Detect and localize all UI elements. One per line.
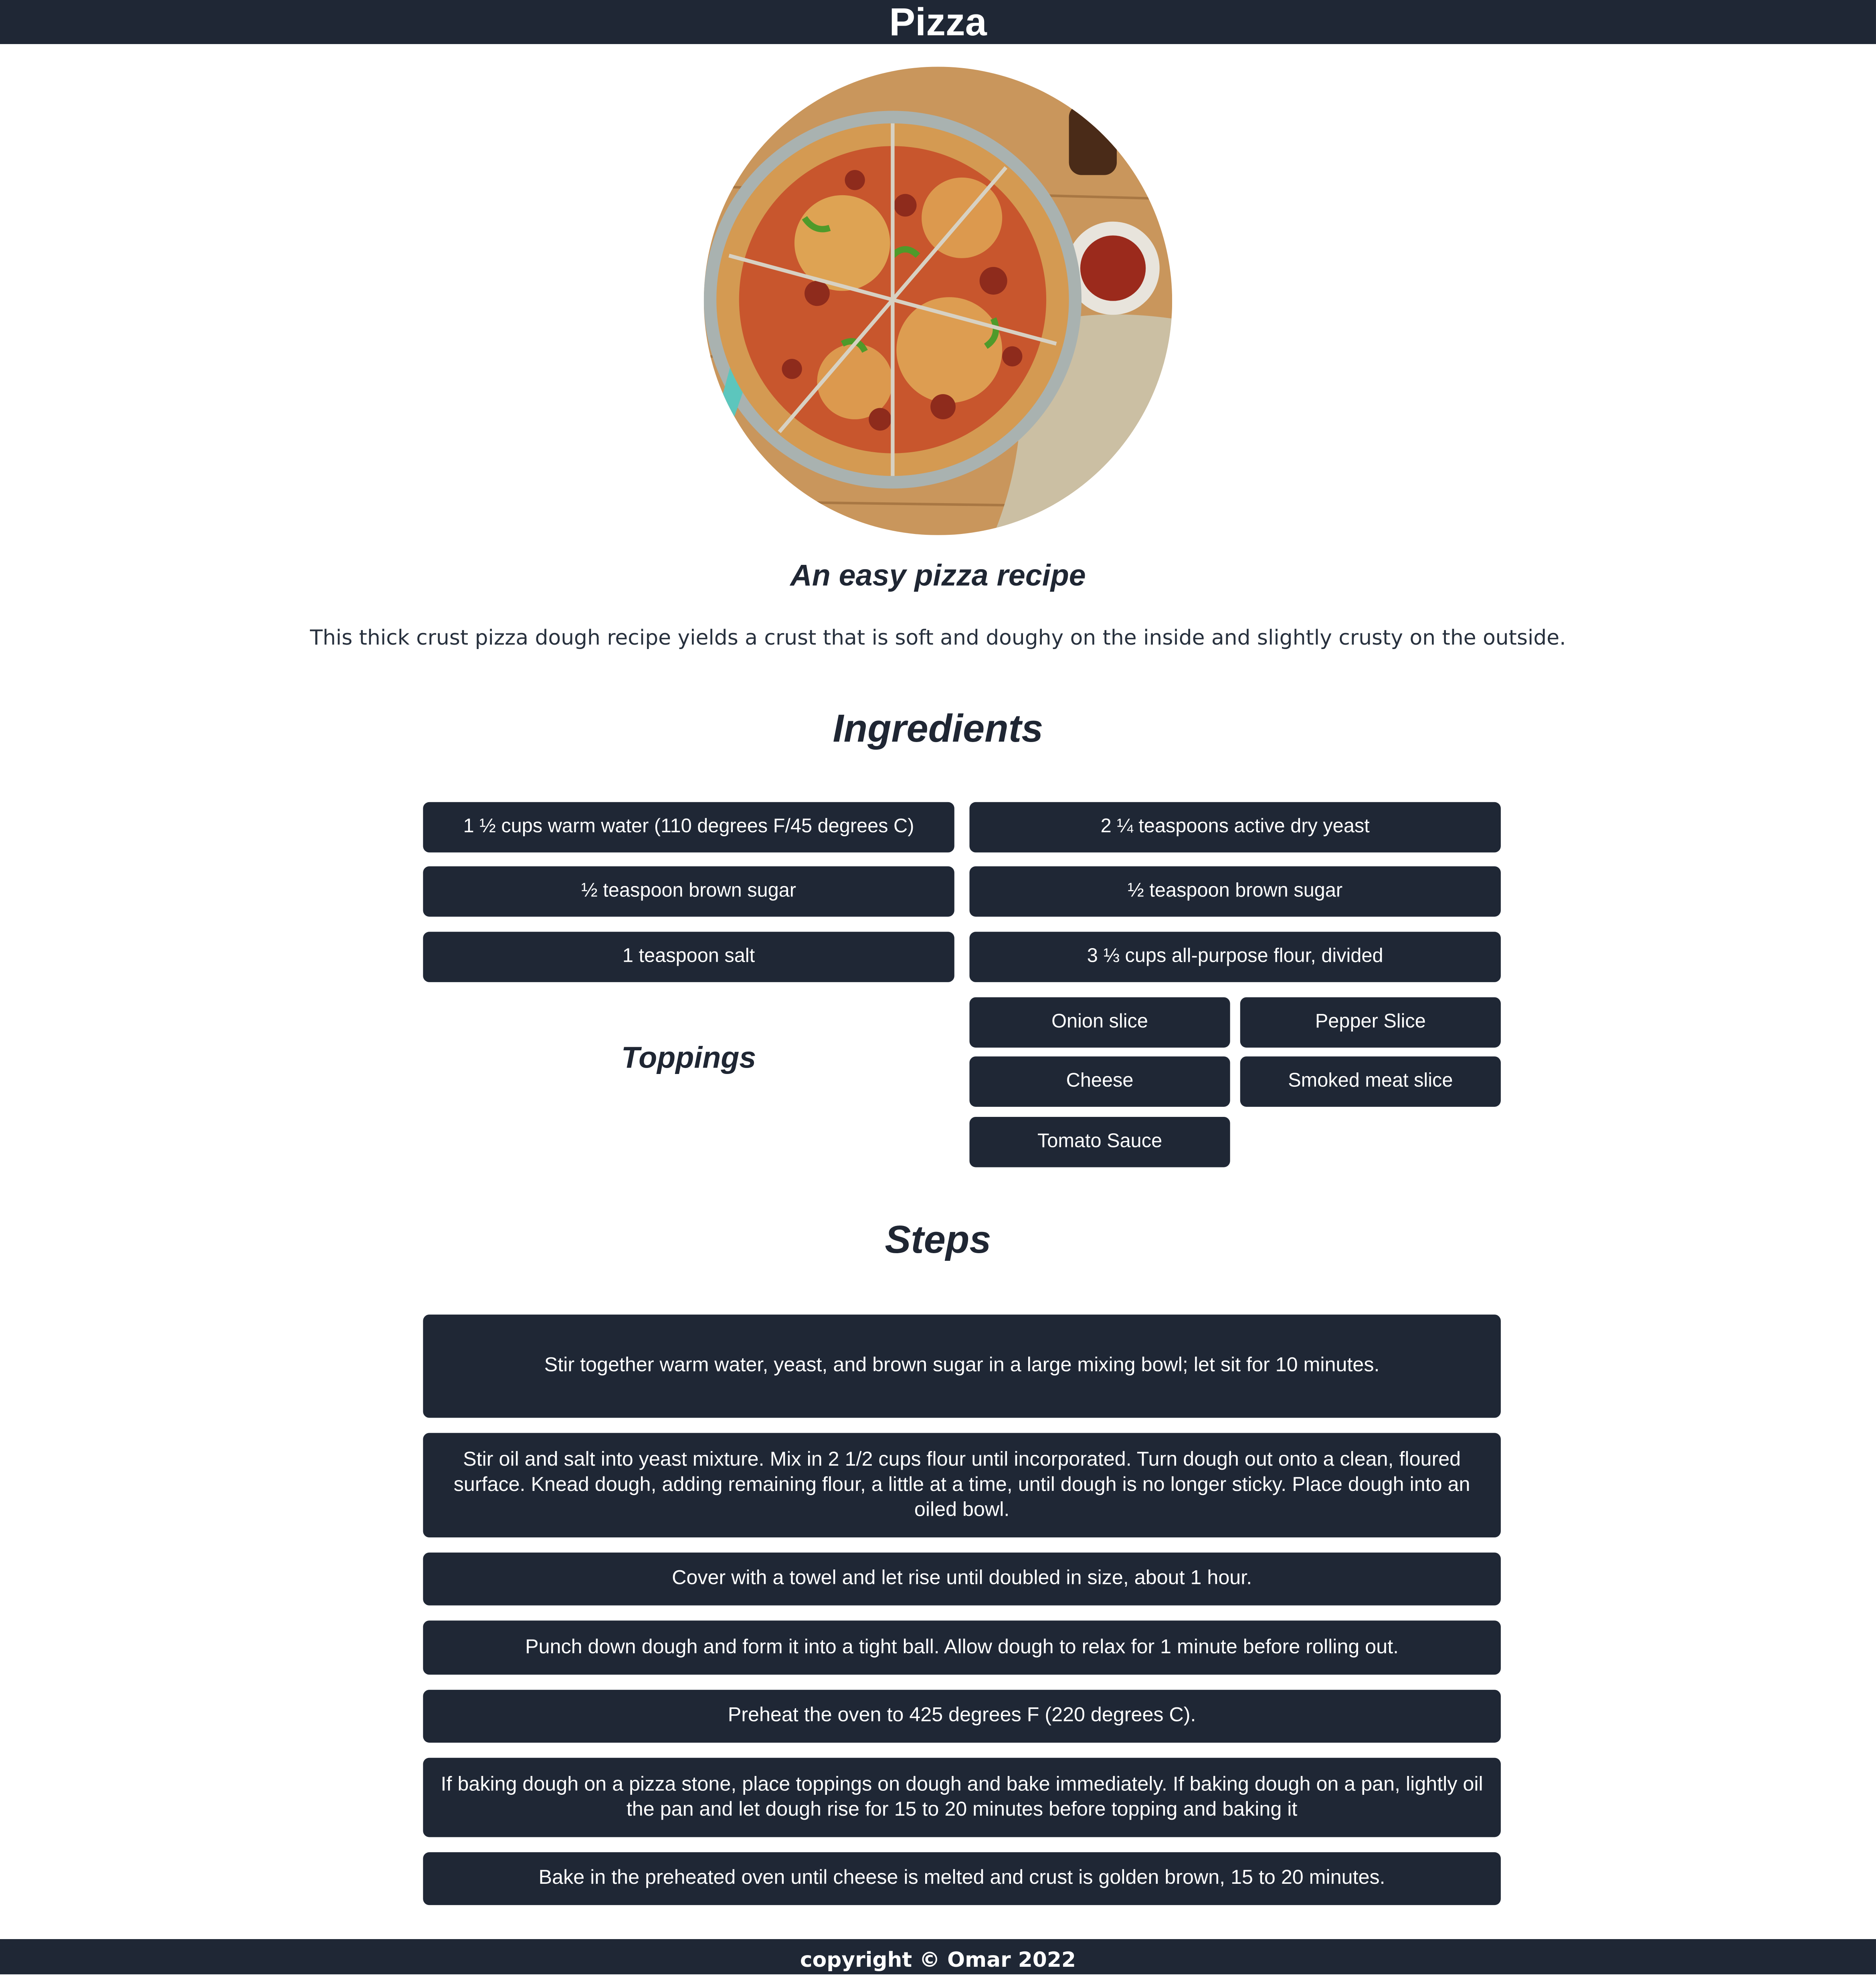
ingredient-item: 1 teaspoon salt <box>423 932 954 982</box>
ingredient-item: 1 ½ cups warm water (110 degrees F/45 de… <box>423 802 954 853</box>
steps-title: Steps <box>885 1218 991 1262</box>
chili-flakes <box>1080 235 1146 301</box>
pizza-photo <box>704 67 1172 535</box>
topping-item: Smoked meat slice <box>1240 1056 1501 1107</box>
cheese <box>817 344 893 419</box>
ingredient-item: 3 ⅓ cups all-purpose flour, divided <box>969 932 1501 982</box>
step-item: Cover with a towel and let rise until do… <box>423 1552 1501 1606</box>
ingredient-item: ½ teaspoon brown sugar <box>969 866 1501 917</box>
recipe-intro: This thick crust pizza dough recipe yiel… <box>310 626 1566 650</box>
topping-item: Pepper Slice <box>1240 997 1501 1048</box>
page-footer: copyright © Omar 2022 <box>0 1939 1876 1974</box>
step-item: Punch down dough and form it into a tigh… <box>423 1620 1501 1675</box>
page-title: Pizza <box>889 0 987 44</box>
copyright-text: copyright © Omar 2022 <box>800 1948 1076 1972</box>
ingredients-title: Ingredients <box>833 706 1043 750</box>
ingredient-item: 2 ¼ teaspoons active dry yeast <box>969 802 1501 853</box>
topping-item: Onion slice <box>969 997 1230 1048</box>
step-item: Bake in the preheated oven until cheese … <box>423 1852 1501 1905</box>
page-header: Pizza <box>0 0 1876 44</box>
toppings-title: Toppings <box>621 1041 756 1076</box>
topping-item: Cheese <box>969 1056 1230 1107</box>
topping-item: Tomato Sauce <box>969 1116 1230 1167</box>
step-item: Stir oil and salt into yeast mixture. Mi… <box>423 1433 1501 1538</box>
sauce-jar <box>1069 104 1117 175</box>
step-item: Preheat the oven to 425 degrees F (220 d… <box>423 1690 1501 1743</box>
recipe-subtitle: An easy pizza recipe <box>790 559 1086 593</box>
step-item: Stir together warm water, yeast, and bro… <box>423 1315 1501 1418</box>
step-item: If baking dough on a pizza stone, place … <box>423 1758 1501 1837</box>
page: Pizza An easy pizza recipe This thick cr… <box>0 0 1876 1974</box>
ingredient-item: ½ teaspoon brown sugar <box>423 866 954 917</box>
pizza-illustration <box>704 67 1172 535</box>
